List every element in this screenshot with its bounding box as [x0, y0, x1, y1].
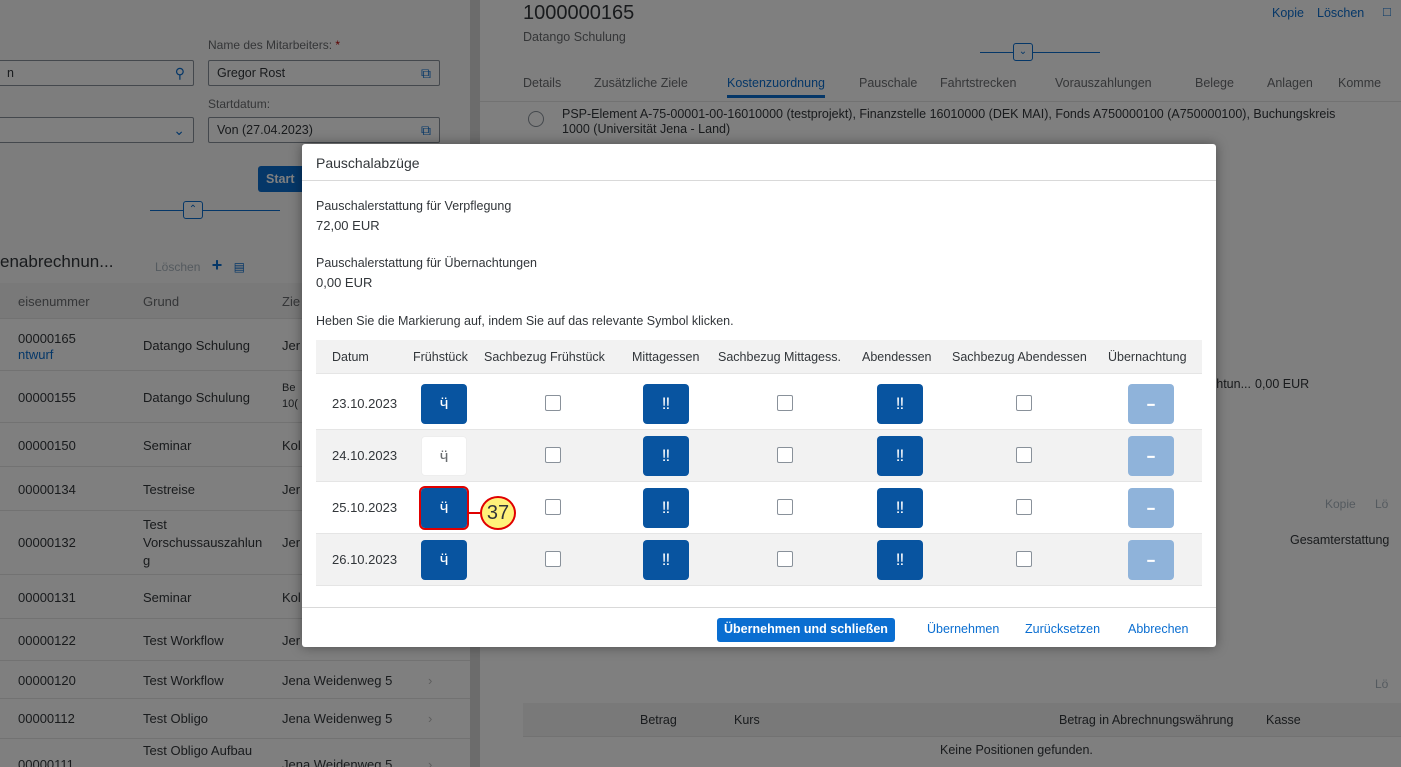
row-date: 24.10.2023	[332, 448, 398, 463]
dialog-header: Pauschalabzüge	[302, 144, 1216, 181]
breakfast-benefit-checkbox[interactable]	[545, 447, 561, 463]
overnight-toggle[interactable]: ━	[1128, 436, 1174, 476]
breakfast-benefit-checkbox[interactable]	[545, 499, 561, 515]
cutlery-icon: ‼	[661, 550, 671, 569]
deduction-row: 25.10.2023 ӵ ‼ ‼ ━	[316, 482, 1202, 534]
dinner-toggle[interactable]: ‼	[877, 488, 923, 528]
dinner-benefit-checkbox[interactable]	[1016, 395, 1032, 411]
bed-icon: ━	[1147, 398, 1155, 412]
dinner-toggle[interactable]: ‼	[877, 384, 923, 424]
row-date: 25.10.2023	[332, 500, 398, 515]
cutlery-icon: ‼	[895, 498, 905, 517]
col-header: Übernachtung	[1108, 350, 1187, 364]
overnight-toggle[interactable]: ━	[1128, 488, 1174, 528]
breakfast-toggle[interactable]: ӵ	[419, 486, 469, 530]
lunch-toggle[interactable]: ‼	[643, 540, 689, 580]
meal-allowance-label: Pauschalerstattung für Verpflegung	[316, 199, 512, 213]
overnight-toggle[interactable]: ━	[1128, 384, 1174, 424]
breakfast-toggle[interactable]: ӵ	[421, 384, 467, 424]
deduction-row: 26.10.2023 ӵ ‼ ‼ ━	[316, 534, 1202, 586]
col-header: Mittagessen	[632, 350, 700, 364]
col-header: Abendessen	[862, 350, 932, 364]
col-header: Sachbezug Frühstück	[484, 350, 605, 364]
col-header: Datum	[332, 350, 369, 364]
overnight-allowance-label: Pauschalerstattung für Übernachtungen	[316, 256, 537, 270]
lunch-benefit-checkbox[interactable]	[777, 499, 793, 515]
breakfast-benefit-checkbox[interactable]	[545, 395, 561, 411]
bed-icon: ━	[1147, 502, 1155, 516]
deduction-row: 24.10.2023 ӵ ‼ ‼ ━	[316, 430, 1202, 482]
apply-button[interactable]: Übernehmen	[927, 622, 999, 636]
reset-button[interactable]: Zurücksetzen	[1025, 622, 1100, 636]
apple-icon: ӵ	[439, 447, 449, 466]
dinner-benefit-checkbox[interactable]	[1016, 551, 1032, 567]
meal-allowance-value: 72,00 EUR	[316, 218, 380, 233]
col-header: Sachbezug Abendessen	[952, 350, 1087, 364]
instruction-text: Heben Sie die Markierung auf, indem Sie …	[316, 314, 734, 328]
step-marker: 37	[480, 496, 516, 530]
bed-icon: ━	[1147, 554, 1155, 568]
flat-rate-dialog: Pauschalabzüge Pauschalerstattung für Ve…	[302, 144, 1216, 647]
deduction-row: 23.10.2023 ӵ ‼ ‼ ━	[316, 378, 1202, 430]
dialog-footer: Übernehmen und schließen Übernehmen Zurü…	[302, 607, 1216, 647]
lunch-toggle[interactable]: ‼	[643, 488, 689, 528]
breakfast-benefit-checkbox[interactable]	[545, 551, 561, 567]
cancel-button[interactable]: Abbrechen	[1128, 622, 1188, 636]
breakfast-toggle[interactable]: ӵ	[421, 436, 467, 476]
lunch-benefit-checkbox[interactable]	[777, 395, 793, 411]
col-header: Frühstück	[413, 350, 468, 364]
bed-icon: ━	[1147, 450, 1155, 464]
row-date: 23.10.2023	[332, 396, 398, 411]
lunch-benefit-checkbox[interactable]	[777, 551, 793, 567]
apple-icon: ӵ	[439, 498, 449, 517]
overnight-allowance-value: 0,00 EUR	[316, 275, 373, 290]
row-date: 26.10.2023	[332, 552, 398, 567]
dinner-toggle[interactable]: ‼	[877, 436, 923, 476]
breakfast-toggle[interactable]: ӵ	[421, 540, 467, 580]
lunch-toggle[interactable]: ‼	[643, 436, 689, 476]
lunch-benefit-checkbox[interactable]	[777, 447, 793, 463]
col-header: Sachbezug Mittagess.	[718, 350, 841, 364]
apple-icon: ӵ	[439, 550, 449, 569]
cutlery-icon: ‼	[661, 446, 671, 465]
cutlery-icon: ‼	[895, 394, 905, 413]
deduction-table-header: Datum Frühstück Sachbezug Frühstück Mitt…	[316, 340, 1202, 374]
dialog-title: Pauschalabzüge	[316, 155, 420, 171]
cutlery-icon: ‼	[661, 498, 671, 517]
cutlery-icon: ‼	[895, 446, 905, 465]
dinner-benefit-checkbox[interactable]	[1016, 447, 1032, 463]
apple-icon: ӵ	[439, 394, 449, 413]
cutlery-icon: ‼	[661, 394, 671, 413]
lunch-toggle[interactable]: ‼	[643, 384, 689, 424]
cutlery-icon: ‼	[895, 550, 905, 569]
dinner-benefit-checkbox[interactable]	[1016, 499, 1032, 515]
step-marker-connector	[468, 512, 480, 514]
overnight-toggle[interactable]: ━	[1128, 540, 1174, 580]
apply-and-close-button[interactable]: Übernehmen und schließen	[717, 618, 895, 642]
dinner-toggle[interactable]: ‼	[877, 540, 923, 580]
